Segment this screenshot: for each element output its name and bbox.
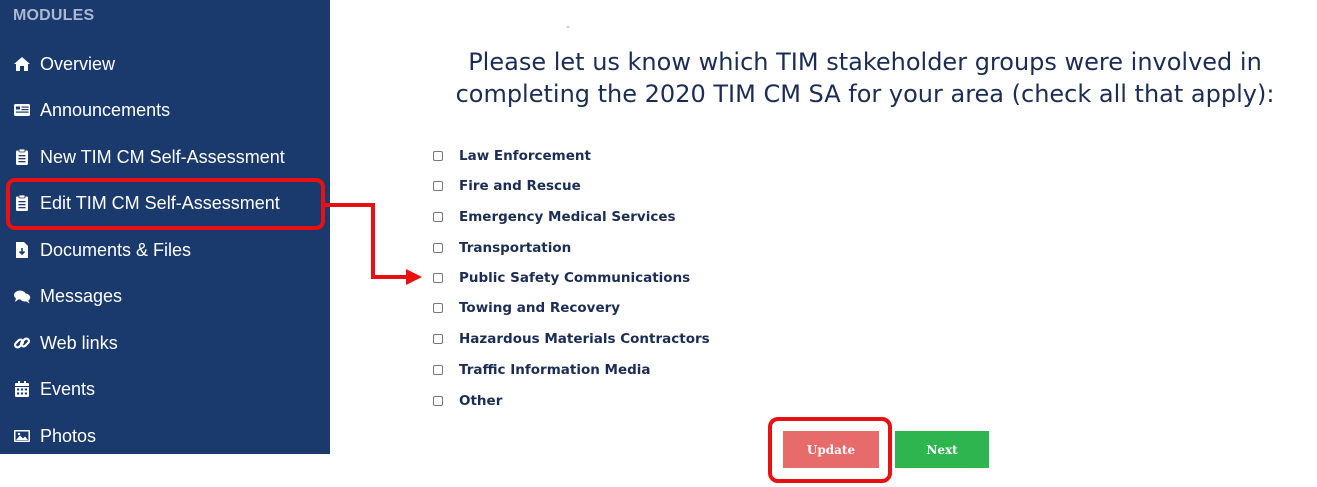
sidebar-item-photos[interactable]: Photos	[0, 413, 330, 459]
sidebar-item-events[interactable]: Events	[0, 366, 330, 412]
option-label: Public Safety Communications	[459, 270, 691, 286]
sidebar-item-label: Messages	[40, 285, 123, 306]
clipboard-icon	[13, 194, 31, 212]
option-law-enforcement[interactable]: Law Enforcement	[433, 146, 833, 166]
title-line: completing the 2020 TIM CM SA for your a…	[455, 80, 1275, 108]
checkbox[interactable]	[433, 303, 443, 313]
title-line: Please let us know which TIM stakeholder…	[468, 48, 1262, 76]
next-button[interactable]: Next	[895, 431, 989, 468]
sidebar-item-edit-self-assessment[interactable]: Edit TIM CM Self-Assessment	[0, 180, 330, 226]
update-button[interactable]: Update	[783, 431, 879, 468]
sidebar-item-label: Overview	[40, 53, 116, 74]
clipboard-icon	[13, 148, 31, 166]
sidebar-item-messages[interactable]: Messages	[0, 273, 330, 319]
option-label: Other	[459, 393, 503, 409]
sidebar-item-documents[interactable]: Documents & Files	[0, 227, 330, 273]
page-title: Please let us know which TIM stakeholder…	[430, 46, 1300, 110]
comments-icon	[13, 287, 31, 305]
checkbox[interactable]	[433, 243, 443, 253]
checkbox[interactable]	[433, 151, 443, 161]
image-icon	[13, 427, 31, 445]
option-public-safety-comms[interactable]: Public Safety Communications	[433, 268, 833, 288]
checkbox[interactable]	[433, 365, 443, 375]
option-label: Towing and Recovery	[459, 300, 621, 316]
separator-dash: -	[566, 19, 570, 33]
sidebar-heading: MODULES	[13, 7, 95, 24]
sidebar-item-label: Edit TIM CM Self-Assessment	[40, 192, 280, 213]
checkbox[interactable]	[433, 334, 443, 344]
home-icon	[13, 55, 31, 73]
option-hazmat[interactable]: Hazardous Materials Contractors	[433, 329, 833, 349]
pointer-arrow	[325, 203, 422, 285]
option-label: Transportation	[459, 240, 572, 256]
checkbox[interactable]	[433, 273, 443, 283]
sidebar-item-announcements[interactable]: Announcements	[0, 87, 330, 133]
sidebar-item-new-self-assessment[interactable]: New TIM CM Self-Assessment	[0, 134, 330, 180]
sidebar-item-label: Announcements	[40, 99, 171, 120]
option-traffic-media[interactable]: Traffic Information Media	[433, 360, 833, 380]
option-ems[interactable]: Emergency Medical Services	[433, 207, 833, 227]
sidebar-item-label: Photos	[40, 425, 97, 446]
checkbox[interactable]	[433, 212, 443, 222]
sidebar-item-label: Web links	[40, 332, 118, 353]
link-icon	[13, 334, 31, 352]
option-label: Fire and Rescue	[459, 178, 581, 194]
option-label: Traffic Information Media	[459, 362, 651, 378]
checkbox[interactable]	[433, 396, 443, 406]
file-download-icon	[13, 241, 31, 259]
option-fire-rescue[interactable]: Fire and Rescue	[433, 176, 833, 196]
option-transportation[interactable]: Transportation	[433, 238, 833, 258]
option-label: Hazardous Materials Contractors	[459, 331, 710, 347]
sidebar: MODULES Overview Announcements New TIM C…	[0, 0, 330, 454]
calendar-icon	[13, 380, 31, 398]
option-label: Law Enforcement	[459, 148, 591, 164]
option-towing-recovery[interactable]: Towing and Recovery	[433, 298, 833, 318]
option-other[interactable]: Other	[433, 391, 833, 411]
sidebar-item-label: New TIM CM Self-Assessment	[40, 146, 285, 167]
checkbox[interactable]	[433, 181, 443, 191]
sidebar-item-label: Documents & Files	[40, 239, 192, 260]
sidebar-item-web-links[interactable]: Web links	[0, 320, 330, 366]
sidebar-item-label: Events	[40, 378, 96, 399]
newspaper-icon	[13, 101, 31, 119]
option-label: Emergency Medical Services	[459, 209, 676, 225]
sidebar-item-overview[interactable]: Overview	[0, 41, 330, 87]
